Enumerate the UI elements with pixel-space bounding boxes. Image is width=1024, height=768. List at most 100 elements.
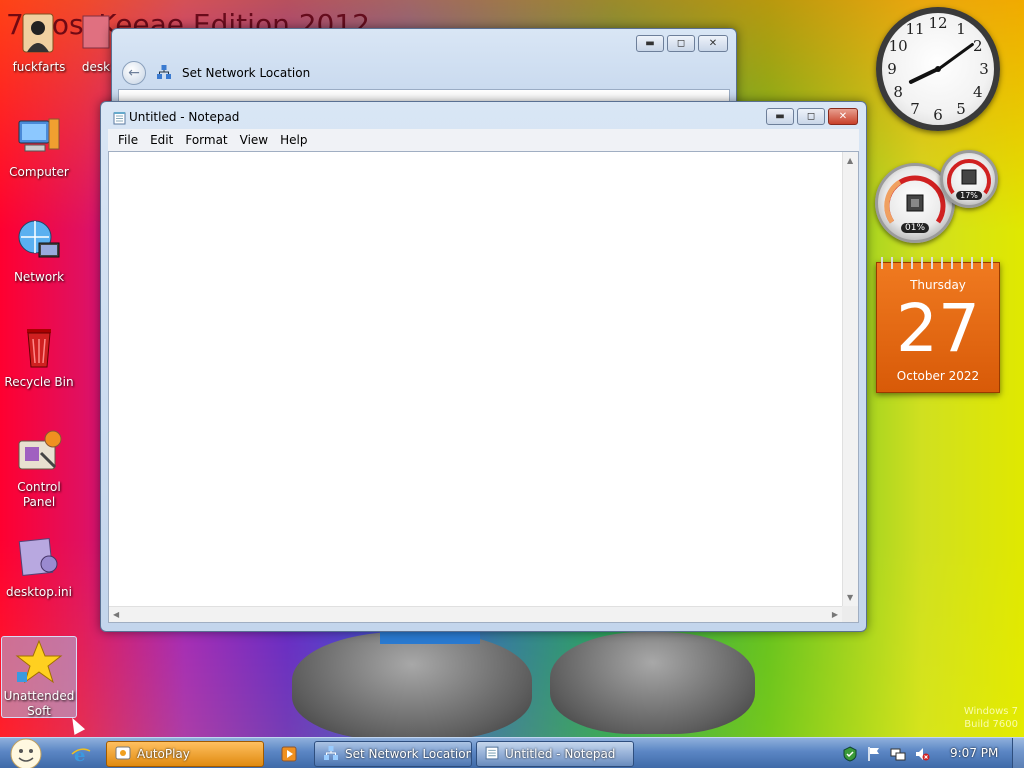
clock-numeral: 4 bbox=[973, 83, 983, 101]
svg-text:e: e bbox=[74, 745, 85, 764]
maximize-button[interactable]: ◻ bbox=[667, 35, 695, 52]
desktop-icon-desktop-ini[interactable]: desktop.ini bbox=[1, 533, 77, 600]
show-desktop-button[interactable] bbox=[1012, 738, 1024, 768]
network-icon bbox=[156, 64, 172, 83]
scroll-down-arrow-icon[interactable]: ▼ bbox=[847, 593, 853, 602]
desktop-icon-control-panel[interactable]: Control Panel bbox=[1, 428, 77, 510]
config-file-icon bbox=[15, 533, 63, 581]
wallpaper-shoe-left bbox=[292, 632, 532, 740]
clock-numeral: 6 bbox=[933, 106, 943, 124]
notepad-title: Untitled - Notepad bbox=[129, 110, 240, 124]
taskbar-button-autoplay[interactable]: AutoPlay bbox=[106, 741, 264, 767]
caption-buttons: ▬ ◻ ✕ bbox=[766, 108, 858, 125]
notepad-window[interactable]: Untitled - Notepad ▬ ◻ ✕ File Edit Forma… bbox=[100, 101, 867, 632]
menu-help[interactable]: Help bbox=[274, 133, 313, 147]
desktop-icon-desk[interactable]: desk bbox=[76, 8, 116, 75]
vertical-scrollbar[interactable]: ▲ ▼ bbox=[842, 152, 858, 606]
desktop-icon-label: desktop.ini bbox=[6, 585, 72, 599]
document-icon bbox=[78, 8, 114, 56]
minimize-button[interactable]: ▬ bbox=[636, 35, 664, 52]
action-center-flag-icon[interactable] bbox=[866, 746, 882, 762]
wallpaper-sock bbox=[380, 632, 480, 644]
watermark-line-2: Build 7600 bbox=[964, 719, 1018, 730]
start-button[interactable] bbox=[6, 738, 46, 768]
notepad-app-icon bbox=[485, 745, 499, 763]
menu-edit[interactable]: Edit bbox=[144, 133, 179, 147]
size-grip[interactable] bbox=[842, 606, 858, 622]
minimize-button[interactable]: ▬ bbox=[766, 108, 794, 125]
recycle-bin-icon bbox=[15, 323, 63, 371]
clock-numeral: 7 bbox=[910, 99, 920, 118]
desktop-icon-computer[interactable]: Computer bbox=[1, 113, 77, 180]
network-icon bbox=[323, 745, 339, 764]
network-globe-icon bbox=[15, 218, 63, 266]
menu-file[interactable]: File bbox=[112, 133, 144, 147]
taskbar-button-untitled-notepad[interactable]: Untitled - Notepad bbox=[476, 741, 634, 767]
clock-numeral: 1 bbox=[956, 20, 966, 39]
taskbar-clock[interactable]: 9:07 PM bbox=[950, 746, 998, 760]
desktop-icon-label: desk bbox=[81, 60, 111, 74]
clock-numeral: 5 bbox=[956, 99, 966, 118]
menu-view[interactable]: View bbox=[234, 133, 274, 147]
clock-numeral: 8 bbox=[893, 83, 903, 101]
caption-buttons: ▬ ◻ ✕ bbox=[636, 35, 728, 52]
desktop-icon-unattended-soft[interactable]: Unattended Soft bbox=[1, 636, 77, 718]
volume-muted-icon[interactable] bbox=[914, 746, 930, 762]
clock-center bbox=[935, 66, 941, 72]
calendar-rings bbox=[877, 257, 999, 269]
memory-meter-dial[interactable]: 17% bbox=[940, 150, 998, 208]
desktop-icon-network[interactable]: Network bbox=[1, 218, 77, 285]
start-orb-icon bbox=[10, 738, 42, 768]
notepad-text-area[interactable]: ▲ ▼ ◀ ▶ bbox=[108, 151, 859, 623]
calendar-day: 27 bbox=[896, 290, 980, 367]
calendar-month-year: October 2022 bbox=[896, 369, 980, 383]
wallpaper-shoe-right bbox=[550, 632, 755, 734]
taskbar-button-set-network-location[interactable]: Set Network Location bbox=[314, 741, 472, 767]
media-player-icon[interactable] bbox=[278, 743, 300, 765]
desktop-icon-label: Unattended Soft bbox=[3, 689, 75, 718]
maximize-button[interactable]: ◻ bbox=[797, 108, 825, 125]
close-button[interactable]: ✕ bbox=[828, 108, 858, 125]
clock-numeral: 3 bbox=[979, 60, 989, 78]
clock-numeral: 12 bbox=[928, 14, 948, 32]
internet-explorer-icon[interactable]: e bbox=[70, 743, 92, 765]
desktop-icon-label: Control Panel bbox=[17, 480, 61, 509]
network-tray-icon[interactable] bbox=[890, 746, 906, 762]
network-nav-row: ← Set Network Location bbox=[122, 61, 310, 85]
star-icon bbox=[15, 637, 63, 685]
desktop-icon-fuckfarts[interactable]: fuckfarts bbox=[1, 8, 77, 75]
clock-numeral: 2 bbox=[973, 37, 983, 55]
mouse-cursor-icon bbox=[66, 715, 86, 735]
taskbar-button-label: Untitled - Notepad bbox=[505, 747, 616, 761]
memory-value: 17% bbox=[956, 191, 982, 200]
menu-format[interactable]: Format bbox=[179, 133, 233, 147]
taskbar-button-label: AutoPlay bbox=[137, 747, 190, 761]
back-arrow-icon[interactable]: ← bbox=[122, 61, 146, 85]
scroll-left-arrow-icon[interactable]: ◀ bbox=[113, 610, 119, 619]
horizontal-scrollbar[interactable]: ◀ ▶ bbox=[109, 606, 842, 622]
calendar-gadget[interactable]: Thursday 27 October 2022 bbox=[876, 257, 1000, 393]
security-shield-icon[interactable] bbox=[842, 746, 858, 762]
clock-gadget[interactable]: 12 1 2 3 4 5 6 7 8 9 10 11 bbox=[876, 7, 1000, 131]
scroll-up-arrow-icon[interactable]: ▲ bbox=[847, 156, 853, 165]
notepad-app-icon bbox=[113, 111, 126, 128]
desktop-icon-label: Recycle Bin bbox=[4, 375, 74, 389]
clock-numeral: 10 bbox=[888, 37, 908, 55]
folder-person-icon bbox=[15, 8, 63, 56]
notepad-text bbox=[109, 152, 858, 156]
computer-icon bbox=[15, 113, 63, 161]
desktop-icon-recycle-bin[interactable]: Recycle Bin bbox=[1, 323, 77, 390]
taskbar: e AutoPlay Set Network Location Untitled… bbox=[0, 737, 1024, 768]
windows-watermark: Windows 7 Build 7600 bbox=[964, 705, 1018, 731]
desktop-icon-label: Network bbox=[13, 270, 65, 284]
cpu-value: 01% bbox=[900, 223, 930, 233]
desktop-icon-label: Computer bbox=[9, 165, 69, 179]
clock-numeral: 11 bbox=[905, 20, 925, 39]
control-panel-icon bbox=[15, 428, 63, 476]
desktop-icon-label: fuckfarts bbox=[12, 60, 66, 74]
autoplay-icon bbox=[115, 745, 131, 764]
taskbar-button-label: Set Network Location bbox=[345, 747, 472, 761]
scroll-right-arrow-icon[interactable]: ▶ bbox=[832, 610, 838, 619]
clock-numeral: 9 bbox=[887, 60, 897, 78]
close-button[interactable]: ✕ bbox=[698, 35, 728, 52]
